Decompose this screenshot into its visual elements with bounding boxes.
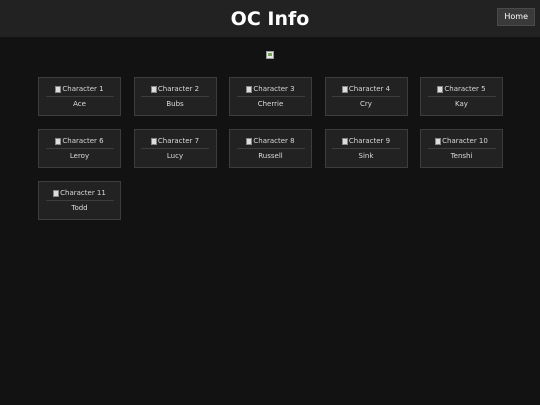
broken-image-icon bbox=[435, 137, 442, 145]
character-image-alt: Character 1 bbox=[62, 85, 104, 93]
card-divider bbox=[236, 148, 305, 149]
character-grid: Character 1 Ace Character 2 Bubs Charact… bbox=[38, 77, 503, 220]
character-card[interactable]: Character 2 Bubs bbox=[133, 77, 217, 116]
page-title: OC Info bbox=[230, 7, 310, 30]
character-name: Kay bbox=[455, 100, 468, 108]
card-divider bbox=[141, 96, 209, 97]
card-divider bbox=[45, 148, 114, 149]
character-name: Bubs bbox=[166, 100, 184, 108]
character-card[interactable]: Character 11 Todd bbox=[38, 181, 121, 220]
character-name: Sink bbox=[358, 152, 374, 160]
broken-image-icon bbox=[53, 189, 60, 197]
card-divider bbox=[427, 148, 496, 149]
character-name: Todd bbox=[71, 204, 88, 212]
character-name: Russell bbox=[258, 152, 283, 160]
broken-image-icon bbox=[341, 137, 348, 145]
character-image-alt: Character 3 bbox=[253, 85, 295, 93]
character-name: Cherrie bbox=[257, 100, 284, 108]
broken-image-icon bbox=[150, 85, 157, 93]
site-header: OC Info Home bbox=[0, 0, 540, 37]
character-card[interactable]: Character 7 Lucy bbox=[133, 129, 217, 168]
character-name: Cry bbox=[360, 100, 372, 108]
character-name: Ace bbox=[73, 100, 86, 108]
character-card[interactable]: Character 6 Leroy bbox=[38, 129, 121, 168]
character-image: Character 3 bbox=[246, 84, 295, 94]
broken-image-icon bbox=[246, 137, 253, 145]
character-card[interactable]: Character 1 Ace bbox=[38, 77, 121, 116]
banner-broken-image-icon bbox=[266, 51, 274, 59]
home-button[interactable]: Home bbox=[497, 8, 535, 26]
character-image: Character 10 bbox=[435, 136, 488, 146]
character-image: Character 8 bbox=[246, 136, 295, 146]
character-image: Character 1 bbox=[55, 84, 104, 94]
character-image-alt: Character 5 bbox=[444, 85, 486, 93]
card-divider bbox=[141, 148, 209, 149]
card-divider bbox=[45, 200, 114, 201]
character-image: Character 4 bbox=[341, 84, 391, 94]
broken-image-icon bbox=[341, 85, 348, 93]
character-image: Character 5 bbox=[437, 84, 486, 94]
broken-image-icon bbox=[246, 85, 253, 93]
character-card[interactable]: Character 4 Cry bbox=[324, 77, 408, 116]
character-image-alt: Character 2 bbox=[157, 85, 200, 93]
character-image-alt: Character 9 bbox=[348, 137, 391, 145]
character-image: Character 9 bbox=[341, 136, 391, 146]
character-image-alt: Character 11 bbox=[60, 189, 106, 197]
broken-image-icon bbox=[150, 137, 157, 145]
character-image-alt: Character 10 bbox=[442, 137, 488, 145]
character-image-alt: Character 4 bbox=[348, 85, 391, 93]
broken-image-icon bbox=[55, 137, 62, 145]
broken-image-icon bbox=[55, 85, 62, 93]
character-image: Character 2 bbox=[150, 84, 200, 94]
character-image: Character 7 bbox=[150, 136, 200, 146]
character-image: Character 11 bbox=[53, 188, 106, 198]
character-image-alt: Character 7 bbox=[157, 137, 200, 145]
card-divider bbox=[332, 148, 400, 149]
card-divider bbox=[236, 96, 305, 97]
character-card[interactable]: Character 9 Sink bbox=[324, 129, 408, 168]
broken-image-icon bbox=[437, 85, 444, 93]
card-divider bbox=[45, 96, 114, 97]
character-image-alt: Character 8 bbox=[253, 137, 295, 145]
character-card[interactable]: Character 5 Kay bbox=[420, 77, 503, 116]
character-name: Leroy bbox=[69, 152, 90, 160]
character-name: Tenshi bbox=[450, 152, 473, 160]
character-card[interactable]: Character 3 Cherrie bbox=[229, 77, 312, 116]
character-image-alt: Character 6 bbox=[62, 137, 104, 145]
card-divider bbox=[332, 96, 400, 97]
character-image: Character 6 bbox=[55, 136, 104, 146]
character-card[interactable]: Character 10 Tenshi bbox=[420, 129, 503, 168]
card-divider bbox=[427, 96, 496, 97]
character-card[interactable]: Character 8 Russell bbox=[229, 129, 312, 168]
character-name: Lucy bbox=[166, 152, 184, 160]
